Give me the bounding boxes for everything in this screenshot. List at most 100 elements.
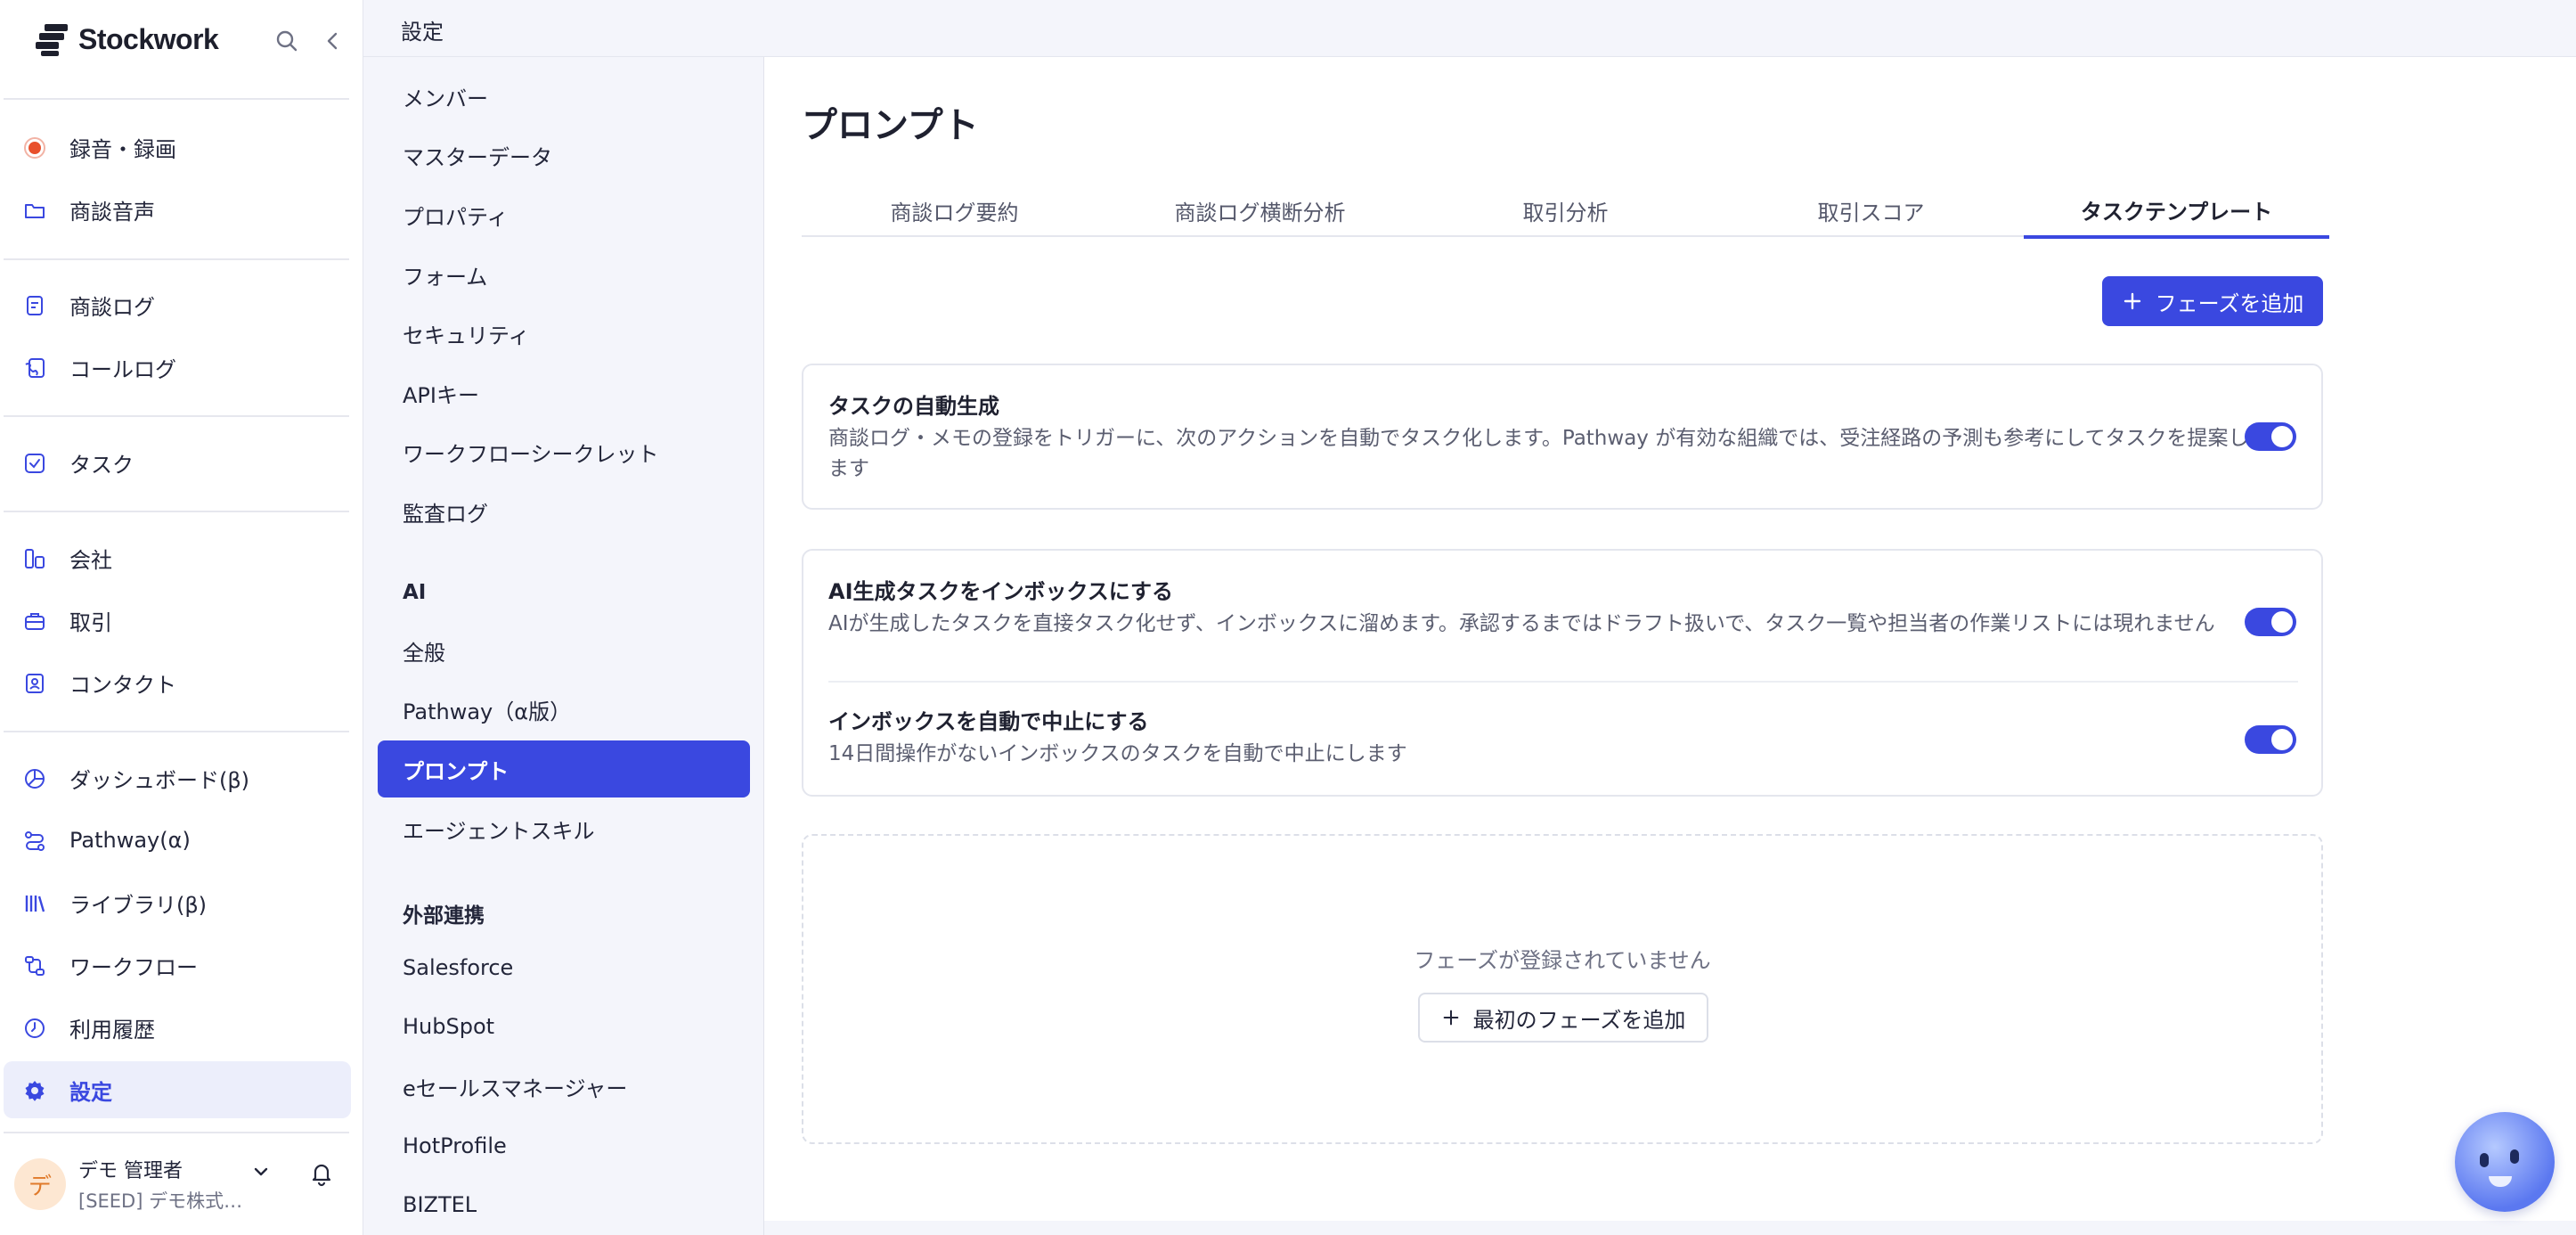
submenu-item-workflow-secrets[interactable]: ワークフローシークレット [378, 423, 750, 480]
brand-logo[interactable]: Stockwork [36, 23, 219, 56]
auto-generate-toggle[interactable] [2245, 422, 2296, 451]
prompt-tabs: 商談ログ要約 商談ログ横断分析 取引分析 取引スコア タスクテンプレート [802, 184, 2329, 239]
nav-item-meeting-audio[interactable]: 商談音声 [4, 181, 351, 238]
settings-card-inbox: AI生成タスクをインボックスにする AIが生成したタスクを直接タスク化せず、イン… [802, 549, 2323, 797]
nav-item-company[interactable]: 会社 [4, 529, 351, 586]
submenu-heading-integrations: 外部連携 [403, 904, 485, 928]
inbox-toggle[interactable] [2245, 608, 2296, 636]
nav-label: 録音・録画 [69, 136, 176, 162]
submenu-item-ai-general[interactable]: 全般 [378, 622, 750, 679]
clock-icon [25, 1018, 45, 1038]
workflow-icon [25, 956, 45, 976]
nav-item-pathway[interactable]: Pathway(α) [4, 812, 351, 869]
inbox-auto-cancel-toggle[interactable] [2245, 725, 2296, 754]
submenu-item-salesforce[interactable]: Salesforce [378, 939, 750, 996]
submenu-item-pathway-alpha[interactable]: Pathway（α版） [378, 681, 750, 738]
submenu-item-esales-manager[interactable]: eセールスマネージャー [378, 1058, 750, 1115]
nav-item-contacts[interactable]: コンタクト [4, 654, 351, 711]
submenu-item-prompt[interactable]: プロンプト [378, 740, 750, 797]
nav-label: 会社 [69, 547, 112, 573]
nav-label: 利用履歴 [69, 1017, 155, 1043]
pathway-icon [25, 831, 45, 851]
submenu-item-api-keys[interactable]: APIキー [378, 364, 750, 421]
tab-deal-score[interactable]: 取引スコア [1718, 184, 2024, 237]
plus-icon [2124, 292, 2140, 310]
nav-item-usage-history[interactable]: 利用履歴 [4, 999, 351, 1056]
submenu-item-security[interactable]: セキュリティ [378, 305, 750, 362]
plus-icon [1443, 1010, 1458, 1026]
settings-card-auto-generate: タスクの自動生成 商談ログ・メモの登録をトリガーに、次のアクションを自動でタスク… [802, 364, 2323, 510]
settings-submenu: メンバー マスターデータ プロパティ フォーム セキュリティ APIキー ワーク… [363, 57, 764, 1235]
nav-item-tasks[interactable]: タスク [4, 434, 351, 491]
setting-description: AIが生成したタスクを直接タスク化せず、インボックスに溜めます。承認するまではド… [828, 612, 2215, 635]
library-icon [25, 896, 45, 912]
tab-deal-analysis[interactable]: 取引分析 [1413, 184, 1718, 237]
phone-log-icon [25, 358, 45, 378]
nav-label: Pathway(α) [69, 828, 191, 853]
empty-message: フェーズが登録されていません [1414, 948, 1711, 973]
setting-row: タスクの自動生成 商談ログ・メモの登録をトリガーに、次のアクションを自動でタスク… [828, 388, 2298, 484]
submenu-item-audit-log[interactable]: 監査ログ [378, 483, 750, 540]
setting-row: AI生成タスクをインボックスにする AIが生成したタスクを直接タスク化せず、イン… [828, 574, 2298, 639]
divider [4, 731, 349, 732]
nav-item-library[interactable]: ライブラリ(β) [4, 874, 351, 931]
submenu-item-agent-skills[interactable]: エージェントスキル [378, 800, 750, 857]
submenu-item-master-data[interactable]: マスターデータ [378, 127, 750, 184]
nav-item-recording[interactable]: 録音・録画 [4, 119, 351, 176]
submenu-item-hotprofile[interactable]: HotProfile [378, 1117, 750, 1174]
add-phase-button[interactable]: フェーズを追加 [2102, 276, 2323, 326]
nav-label: ライブラリ(β) [69, 892, 208, 918]
nav-label: 設定 [69, 1079, 112, 1105]
nav-item-meeting-log[interactable]: 商談ログ [4, 276, 351, 333]
submenu-item-properties[interactable]: プロパティ [378, 186, 750, 243]
phases-empty-state: フェーズが登録されていません 最初のフェーズを追加 [802, 834, 2323, 1144]
user-menu[interactable]: デ デモ 管理者 [SEED] デモ株式… [14, 1149, 353, 1221]
nav-item-call-log[interactable]: コールログ [4, 339, 351, 396]
nav-label: コンタクト [69, 672, 176, 698]
page-title: プロンプト [802, 105, 979, 146]
submenu-item-members[interactable]: メンバー [378, 68, 750, 125]
checkbox-icon [25, 454, 45, 473]
nav-label: コールログ [69, 356, 176, 382]
divider [4, 511, 349, 512]
chevron-down-icon[interactable] [249, 1160, 273, 1183]
divider [4, 415, 349, 417]
stockwork-logo-icon [36, 23, 69, 56]
tab-meeting-log-cross-analysis[interactable]: 商談ログ横断分析 [1107, 184, 1413, 237]
assistant-mascot-icon[interactable] [2455, 1112, 2555, 1212]
main-content: プロンプト 商談ログ要約 商談ログ横断分析 取引分析 取引スコア タスクテンプレ… [764, 57, 2576, 1221]
nav-item-deals[interactable]: 取引 [4, 592, 351, 649]
submenu-item-forms[interactable]: フォーム [378, 246, 750, 303]
bell-icon[interactable] [308, 1160, 335, 1187]
nav-item-dashboard[interactable]: ダッシュボード(β) [4, 749, 351, 806]
top-bar: 設定 [363, 0, 2576, 57]
tab-meeting-log-summary[interactable]: 商談ログ要約 [802, 184, 1107, 237]
nav-item-workflow[interactable]: ワークフロー [4, 936, 351, 994]
setting-title: タスクの自動生成 [828, 394, 999, 419]
document-icon [27, 296, 43, 315]
setting-description: 14日間操作がないインボックスのタスクを自動で中止にします [828, 742, 1407, 765]
gear-icon [25, 1081, 45, 1101]
setting-row: インボックスを自動で中止にする 14日間操作がないインボックスのタスクを自動で中… [828, 704, 2298, 769]
divider [828, 681, 2298, 683]
breadcrumb: 設定 [401, 20, 444, 45]
divider [4, 1132, 349, 1133]
record-icon [24, 137, 45, 159]
nav-item-settings[interactable]: 設定 [4, 1061, 351, 1118]
search-icon[interactable] [273, 27, 301, 55]
submenu-heading-ai: AI [403, 581, 427, 604]
nav-label: タスク [69, 452, 134, 478]
brand-name: Stockwork [78, 23, 219, 55]
tab-task-template[interactable]: タスクテンプレート [2024, 184, 2329, 239]
user-name: デモ 管理者 [78, 1160, 183, 1182]
chart-pie-icon [25, 769, 45, 789]
nav-label: ダッシュボード(β) [69, 767, 250, 793]
submenu-item-biztel[interactable]: BIZTEL [378, 1176, 750, 1233]
nav-label: 商談音声 [69, 199, 155, 225]
submenu-item-hubspot[interactable]: HubSpot [378, 998, 750, 1055]
nav-label: 商談ログ [69, 294, 155, 320]
add-first-phase-button[interactable]: 最初のフェーズを追加 [1418, 993, 1708, 1043]
setting-description: 商談ログ・メモの登録をトリガーに、次のアクションを自動でタスク化します。Path… [828, 427, 2249, 480]
sidebar: Stockwork 録音・録画 商談音声 商談ログ コールログ タスク 会社 取… [0, 0, 363, 1235]
collapse-sidebar-icon[interactable] [319, 27, 347, 55]
